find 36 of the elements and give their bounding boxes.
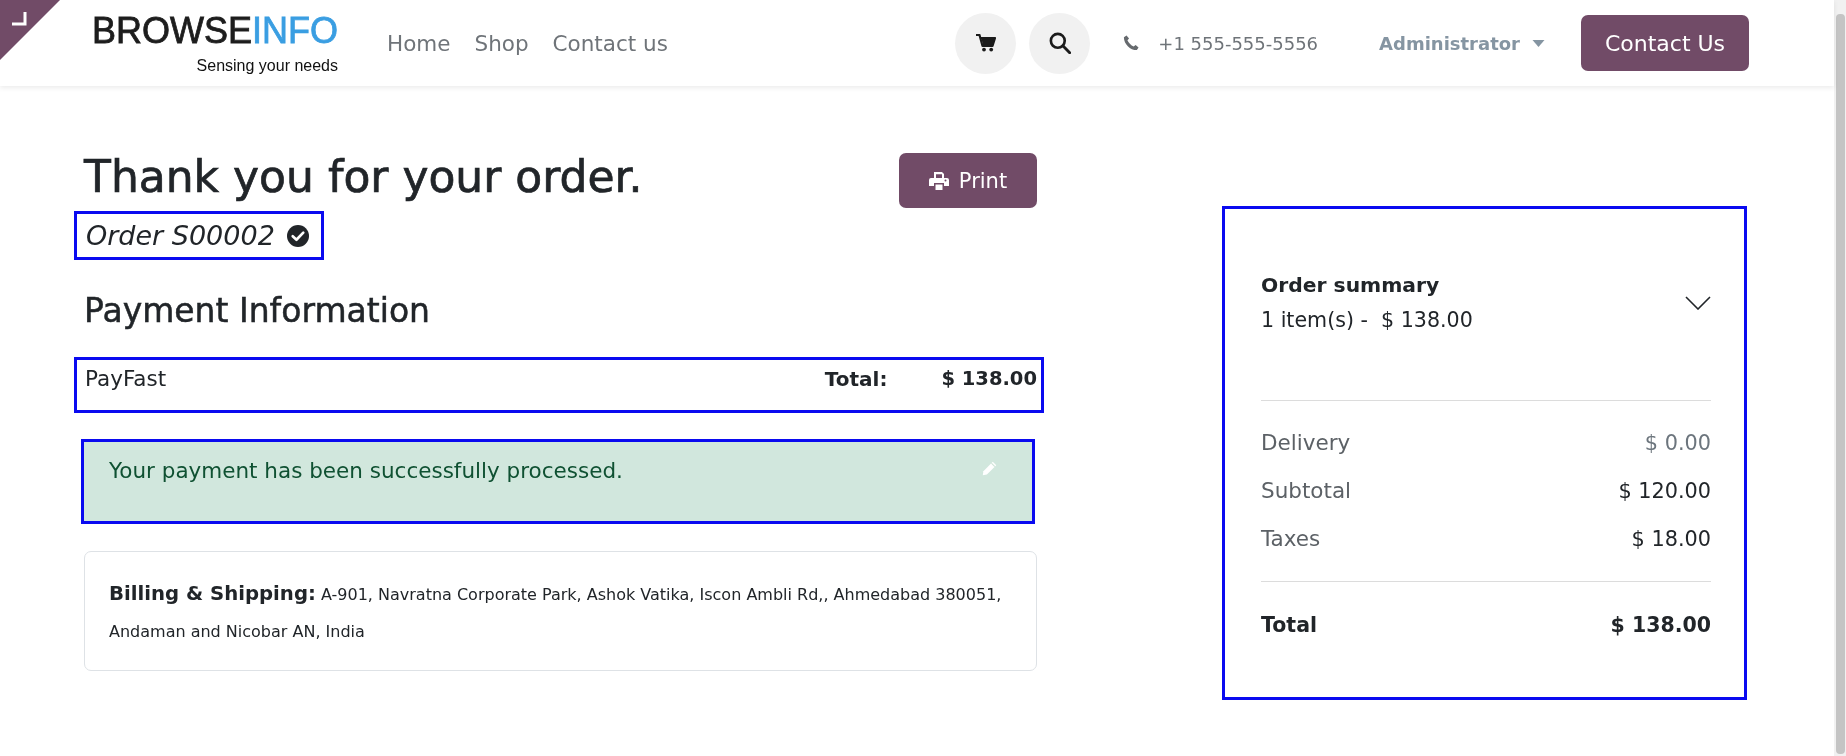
payment-method: PayFast <box>85 365 168 393</box>
summary-label: Delivery <box>1261 429 1351 457</box>
nav-link[interactable]: Contact us <box>552 30 668 56</box>
logo-wordmark[interactable]: BROWSEINFO <box>92 14 338 48</box>
scrollbar[interactable] <box>1834 0 1846 756</box>
summary-value: $ 0.00 <box>1644 430 1711 457</box>
scrollbar-thumb[interactable] <box>1836 14 1845 754</box>
summary-item-count: 1 item(s) - $ 138.00 <box>1261 307 1473 334</box>
phone-number: +1 555-555-5556 <box>1158 32 1319 54</box>
order-number: Order S00002 <box>86 219 275 253</box>
contact-us-button[interactable]: Contact Us <box>1581 15 1749 71</box>
summary-total-label: Total <box>1261 612 1317 639</box>
summary-label: Subtotal <box>1261 477 1352 505</box>
printer-icon <box>928 171 949 190</box>
user-menu-button[interactable]: Administrator <box>1379 32 1545 54</box>
search-icon <box>1048 32 1071 54</box>
summary-value: $ 120.00 <box>1618 478 1711 505</box>
section-heading: Payment Information <box>84 291 431 331</box>
page-title: Thank you for your order. <box>84 155 643 199</box>
chevron-icon[interactable] <box>1685 295 1711 310</box>
phone-icon <box>1123 35 1140 51</box>
print-button[interactable]: Print <box>899 153 1037 208</box>
nav-link[interactable]: Home <box>387 30 451 56</box>
summary-total-amount: $ 138.00 <box>1610 612 1711 639</box>
nav-link[interactable]: Shop <box>474 30 529 56</box>
logo-tagline: Sensing your needs <box>196 56 338 76</box>
summary-title: Order summary <box>1261 272 1441 299</box>
summary-value: $ 18.00 <box>1631 526 1711 553</box>
caret-icon <box>1532 39 1545 47</box>
corner-ribbon-icon[interactable] <box>0 0 60 60</box>
cart-icon <box>975 34 996 52</box>
alert-message: Your payment has been successfully processed. <box>109 457 623 485</box>
summary-label: Taxes <box>1261 525 1321 553</box>
total-amount: $ 138.00 <box>941 366 1037 392</box>
total-label: Total: <box>824 366 888 393</box>
billing-address: Billing & Shipping: A-901, Navratna Corporate Park, Ashok Vatika, Iscon Ambli Rd,, Ahmedabad 380051, Andaman and Nicobar AN, India <box>109 581 1003 643</box>
